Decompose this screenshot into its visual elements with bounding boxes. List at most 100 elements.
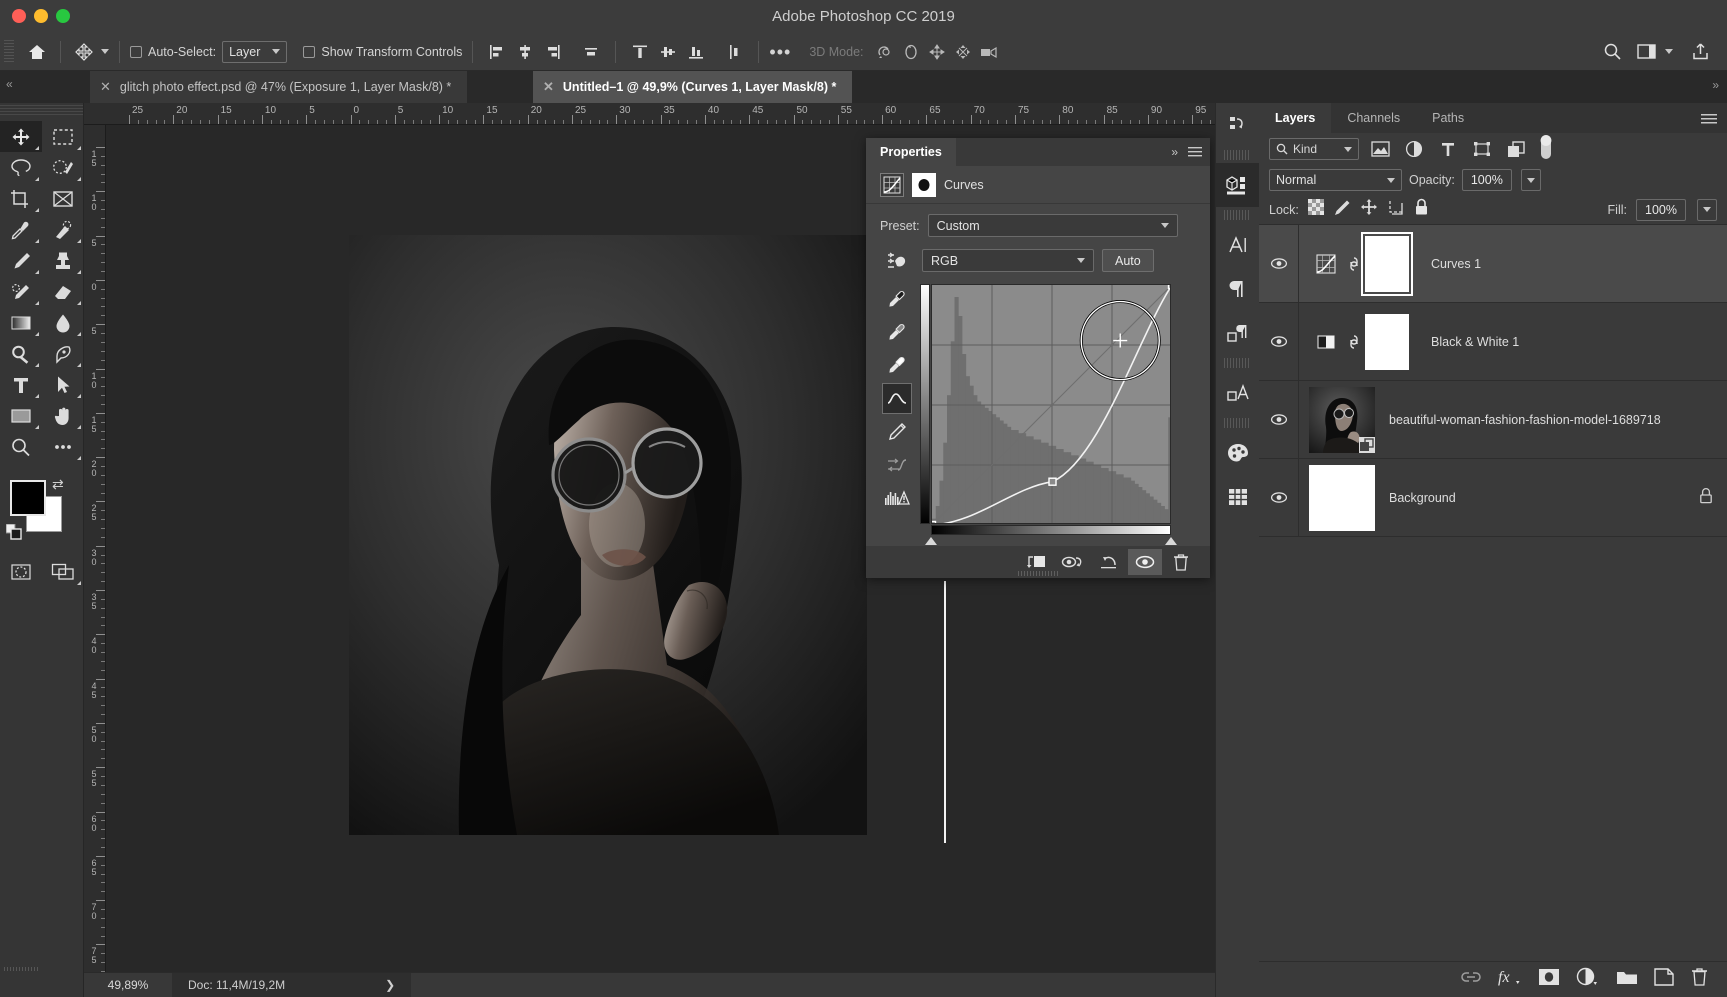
view-previous-state-button[interactable] [1056, 549, 1090, 575]
status-grip[interactable] [4, 967, 38, 971]
collapse-left-icon[interactable]: « [6, 77, 13, 91]
document-tab-glitch[interactable]: ✕ glitch photo effect.psd @ 47% (Exposur… [90, 71, 468, 103]
tool-menu-triangle[interactable] [35, 301, 39, 305]
layer-row-black-and-white-1[interactable]: Black & White 1 [1259, 303, 1727, 381]
more-options-button[interactable]: ••• [769, 43, 791, 61]
show-transform-group[interactable]: Show Transform Controls [303, 45, 462, 59]
white-point-slider[interactable] [1165, 537, 1177, 545]
distribute-vertical-icon[interactable] [720, 39, 748, 65]
horizontal-ruler[interactable]: 25 20 15 10 5 0 5 10 15 20 25 30 35 40 45 50 55 60 65 70 75 8… [84, 103, 1215, 125]
tools-panel-grip[interactable] [0, 105, 83, 117]
type-tool[interactable] [0, 369, 42, 400]
tool-menu-triangle[interactable] [77, 581, 81, 585]
layer-style-fx-icon[interactable]: fx [1498, 967, 1522, 992]
status-expand-arrow[interactable]: ❯ [385, 978, 395, 992]
swatches-panel-icon[interactable] [1216, 431, 1259, 475]
auto-select-group[interactable]: Auto-Select: [130, 45, 216, 59]
tool-menu-triangle[interactable] [35, 177, 39, 181]
brush-tool[interactable] [0, 245, 42, 276]
camera-3d-icon[interactable] [976, 39, 1002, 65]
layer-thumbnail[interactable] [1309, 464, 1375, 531]
character-panel-icon[interactable] [1216, 223, 1259, 267]
rail-grip[interactable] [1224, 210, 1251, 220]
on-image-adjust-icon[interactable] [880, 245, 914, 276]
options-bar-grip[interactable] [4, 39, 14, 64]
workspace-icon[interactable] [1633, 39, 1659, 65]
tool-menu-triangle[interactable] [35, 332, 39, 336]
opacity-input[interactable]: 100% [1461, 169, 1512, 191]
layer-row-background[interactable]: Background [1259, 459, 1727, 537]
reset-adjustment-button[interactable] [1092, 549, 1126, 575]
move-tool-icon[interactable] [71, 39, 97, 65]
pan-3d-icon[interactable] [924, 39, 950, 65]
document-size-info[interactable]: Doc: 11,4M/19,2M ❯ [172, 972, 412, 997]
foreground-color-swatch[interactable] [10, 480, 46, 516]
orbit-3d-icon[interactable] [872, 39, 898, 65]
window-controls[interactable] [12, 9, 70, 23]
eyedropper-tool[interactable] [0, 214, 42, 245]
rectangular-marquee-tool[interactable] [42, 121, 84, 152]
tool-menu-triangle[interactable] [35, 363, 39, 367]
new-adjustment-layer-icon[interactable] [1576, 967, 1600, 992]
edit-toolbar-tool[interactable] [42, 431, 84, 462]
curves-plot[interactable] [932, 285, 1171, 524]
black-point-eyedropper-icon[interactable] [882, 284, 912, 315]
filter-type-icon[interactable] [1435, 137, 1461, 161]
lock-position-icon[interactable] [1360, 198, 1378, 221]
filter-smart-object-icon[interactable] [1503, 137, 1529, 161]
curves-graph[interactable] [931, 284, 1171, 524]
screen-mode-icon[interactable] [42, 556, 84, 587]
layer-thumbnail[interactable] [1309, 386, 1375, 453]
library-panel-icon[interactable] [1216, 475, 1259, 519]
white-point-eyedropper-icon[interactable] [882, 350, 912, 381]
distribute-horizontal-icon[interactable] [577, 39, 605, 65]
filter-shape-icon[interactable] [1469, 137, 1495, 161]
layer-mask-icon[interactable] [912, 172, 936, 197]
lock-all-icon[interactable] [1414, 198, 1429, 221]
layer-mask-thumbnail[interactable] [1361, 231, 1413, 296]
maximize-button[interactable] [56, 9, 70, 23]
tool-menu-triangle[interactable] [77, 177, 81, 181]
home-icon[interactable] [24, 39, 50, 65]
spot-healing-brush-tool[interactable] [42, 214, 84, 245]
toggle-layer-visibility-button[interactable] [1128, 549, 1162, 575]
crop-tool[interactable] [0, 183, 42, 214]
gray-point-eyedropper-icon[interactable] [882, 317, 912, 348]
new-group-icon[interactable] [1616, 969, 1638, 991]
share-icon[interactable] [1687, 39, 1713, 65]
close-button[interactable] [12, 9, 26, 23]
tool-menu-triangle[interactable] [35, 270, 39, 274]
blur-tool[interactable] [42, 307, 84, 338]
lasso-tool[interactable] [0, 152, 42, 183]
eraser-tool[interactable] [42, 276, 84, 307]
quick-mask-icon[interactable] [0, 556, 42, 587]
tool-menu-triangle[interactable] [77, 146, 81, 150]
zoom-tool[interactable] [0, 431, 42, 462]
history-panel-icon[interactable] [1216, 103, 1259, 147]
link-mask-icon[interactable] [1343, 332, 1365, 352]
paragraph-styles-panel-icon[interactable] [1216, 311, 1259, 355]
default-colors-icon[interactable] [5, 523, 22, 545]
align-bottom-edges-icon[interactable] [682, 39, 710, 65]
tool-menu-triangle[interactable] [35, 239, 39, 243]
filter-kind-dropdown[interactable]: Kind [1269, 138, 1359, 160]
auto-select-target-dropdown[interactable]: Layer [222, 40, 288, 63]
tool-menu-triangle[interactable] [35, 208, 39, 212]
tab-layers[interactable]: Layers [1259, 103, 1332, 133]
rail-grip[interactable] [1224, 418, 1251, 428]
fill-slider-toggle[interactable] [1697, 198, 1717, 221]
layer-name[interactable]: beautiful-woman-fashion-fashion-model-16… [1389, 413, 1661, 427]
auto-select-checkbox[interactable] [130, 45, 142, 58]
align-left-edges-icon[interactable] [483, 39, 511, 65]
zoom-level[interactable]: 49,89% [84, 978, 172, 992]
move-tool[interactable] [0, 121, 42, 152]
tool-menu-triangle[interactable] [35, 146, 39, 150]
close-icon[interactable]: ✕ [543, 79, 554, 95]
minimize-button[interactable] [34, 9, 48, 23]
swap-colors-icon[interactable]: ⇄ [52, 476, 64, 493]
tool-menu-triangle[interactable] [35, 394, 39, 398]
layer-name[interactable]: Background [1389, 491, 1456, 505]
link-layers-icon[interactable] [1460, 970, 1482, 989]
layer-mask-thumbnail[interactable] [1365, 313, 1409, 370]
align-right-edges-icon[interactable] [539, 39, 567, 65]
